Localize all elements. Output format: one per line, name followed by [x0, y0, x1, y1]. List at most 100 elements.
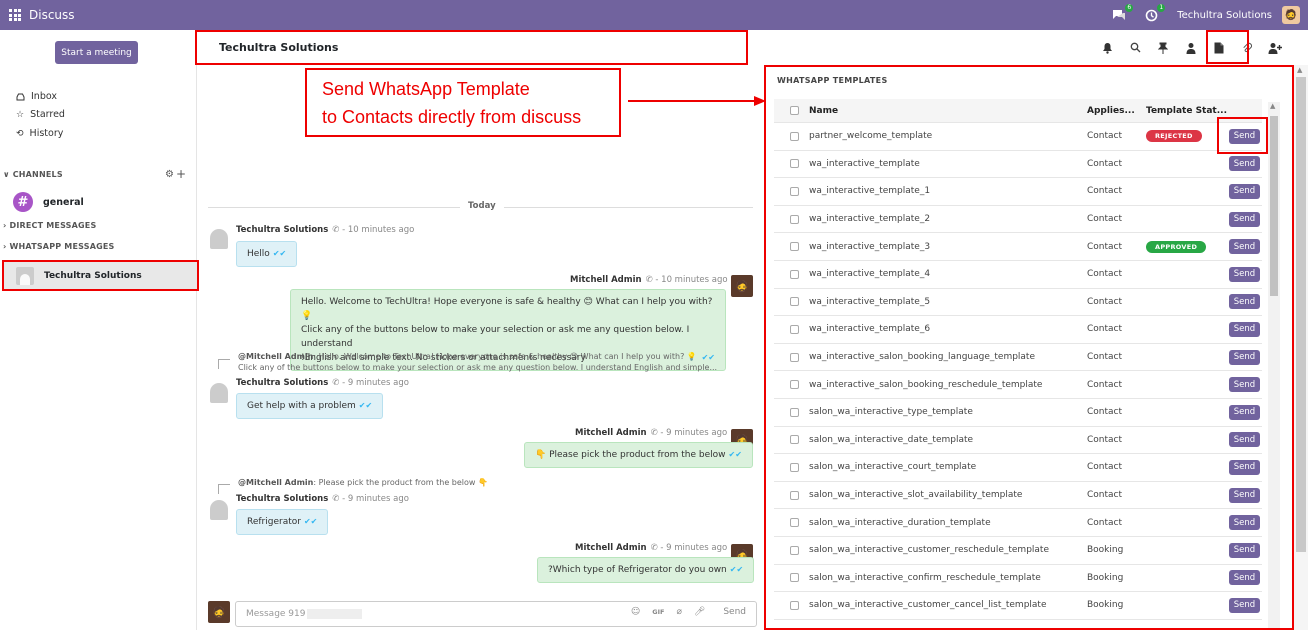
row-checkbox[interactable] [790, 518, 799, 528]
message-bubble[interactable]: 👇 Please pick the product from the below… [524, 442, 753, 468]
search-icon[interactable] [1128, 41, 1142, 55]
table-row[interactable]: wa_interactive_template_3 Contact APPROVED… [774, 233, 1262, 261]
user-avatar[interactable]: 🧔 [1282, 6, 1300, 24]
column-header-status[interactable]: Template Stat... [1146, 106, 1227, 116]
channels-section-toggle[interactable]: ∨ CHANNELS [3, 170, 63, 179]
quoted-message[interactable]: @Mitchell Admin: Please pick the product… [238, 477, 488, 488]
table-row[interactable]: wa_interactive_template_2 Contact Send [774, 206, 1262, 234]
message-bubble[interactable]: Get help with a problem ✔✔ [236, 393, 384, 419]
member-list-icon[interactable] [1184, 41, 1198, 55]
add-channel-icon[interactable]: + [176, 167, 186, 181]
row-checkbox[interactable] [790, 352, 799, 362]
row-checkbox[interactable] [790, 214, 799, 224]
send-template-button[interactable]: Send [1229, 349, 1260, 365]
chat-icon[interactable]: 6 [1111, 4, 1134, 23]
scroll-up-icon[interactable]: ▲ [1270, 102, 1275, 110]
activity-icon[interactable]: 1 [1143, 4, 1166, 23]
table-row[interactable]: wa_interactive_template_5 Contact Send [774, 289, 1262, 317]
active-chat-item[interactable]: Techultra Solutions [2, 260, 199, 291]
send-template-button[interactable]: Send [1229, 266, 1260, 282]
send-template-button[interactable]: Send [1229, 515, 1260, 531]
send-template-button[interactable]: Send [1229, 239, 1260, 255]
table-row[interactable]: wa_interactive_salon_booking_language_te… [774, 344, 1262, 372]
row-checkbox[interactable] [790, 435, 799, 445]
emoji-icon[interactable]: ☺ [631, 607, 640, 617]
send-template-button[interactable]: Send [1229, 377, 1260, 393]
avatar[interactable] [208, 227, 230, 249]
send-template-button[interactable]: Send [1229, 404, 1260, 420]
channel-settings-icon[interactable]: ⚙ [165, 169, 174, 180]
table-row[interactable]: salon_wa_interactive_confirm_reschedule_… [774, 565, 1262, 593]
whatsapp-section-toggle[interactable]: › WHATSAPP MESSAGES [3, 242, 115, 251]
table-row[interactable]: salon_wa_interactive_date_template Contac… [774, 427, 1262, 455]
row-checkbox[interactable] [790, 159, 799, 169]
scroll-up-icon[interactable]: ▲ [1297, 66, 1302, 74]
row-checkbox[interactable] [790, 407, 799, 417]
avatar[interactable]: 🧔 [731, 275, 753, 297]
send-template-button[interactable]: Send [1229, 597, 1260, 613]
row-checkbox[interactable] [790, 324, 799, 334]
pin-icon[interactable] [1156, 41, 1170, 55]
row-checkbox[interactable] [790, 380, 799, 390]
send-template-button[interactable]: Send [1229, 570, 1260, 586]
table-row[interactable]: wa_interactive_template_4 Contact Send [774, 261, 1262, 289]
send-template-button[interactable]: Send [1229, 459, 1260, 475]
table-row[interactable]: salon_wa_interactive_duration_template Co… [774, 509, 1262, 537]
microphone-icon[interactable]: 🎤︎ [694, 607, 705, 617]
send-template-button[interactable]: Send [1229, 294, 1260, 310]
table-row[interactable]: wa_interactive_template Contact Send [774, 151, 1262, 179]
send-template-button[interactable]: Send [1229, 542, 1260, 558]
row-checkbox[interactable] [790, 462, 799, 472]
message-bubble[interactable]: ?Which type of Refrigerator do you own ✔✔ [537, 557, 755, 583]
app-title[interactable]: Discuss [29, 8, 75, 22]
row-checkbox[interactable] [790, 297, 799, 307]
table-scrollbar[interactable]: ▲ [1268, 102, 1280, 628]
row-checkbox[interactable] [790, 545, 799, 555]
column-header-name[interactable]: Name [809, 106, 838, 116]
send-template-button[interactable]: Send [1229, 183, 1260, 199]
start-meeting-button[interactable]: Start a meeting [55, 41, 138, 64]
send-template-button[interactable]: Send [1229, 432, 1260, 448]
add-user-icon[interactable] [1268, 41, 1282, 55]
message-bubble[interactable]: Refrigerator ✔✔ [236, 509, 329, 535]
apps-menu-icon[interactable] [9, 9, 21, 21]
table-row[interactable]: salon_wa_interactive_court_template Conta… [774, 454, 1262, 482]
row-checkbox[interactable] [790, 269, 799, 279]
sidebar-item-history[interactable]: ⟲ History [16, 128, 63, 139]
message-bubble[interactable]: Hello ✔✔ [236, 241, 298, 267]
send-template-button[interactable]: Send [1229, 156, 1260, 172]
table-row[interactable]: salon_wa_interactive_customer_cancel_lis… [774, 592, 1262, 620]
row-checkbox[interactable] [790, 573, 799, 583]
row-checkbox[interactable] [790, 131, 799, 141]
company-switcher[interactable]: Techultra Solutions [1177, 10, 1272, 21]
row-checkbox[interactable] [790, 242, 799, 252]
quoted-message[interactable]: @Mitchell Admin: Hello. Welcome to TechU… [238, 351, 717, 373]
send-template-button[interactable]: Send [1229, 487, 1260, 503]
send-template-button[interactable]: Send [1229, 211, 1260, 227]
column-header-applies[interactable]: Applies... [1087, 106, 1135, 116]
row-checkbox[interactable] [790, 490, 799, 500]
table-row[interactable]: salon_wa_interactive_slot_availability_t… [774, 482, 1262, 510]
paperclip-icon[interactable]: ⌀ [676, 607, 681, 617]
select-all-checkbox[interactable] [790, 106, 799, 115]
bell-icon[interactable] [1100, 41, 1114, 55]
table-row[interactable]: salon_wa_interactive_type_template Contac… [774, 399, 1262, 427]
table-row[interactable]: wa_interactive_template_6 Contact Send [774, 316, 1262, 344]
avatar[interactable] [208, 381, 230, 403]
template-name: salon_wa_interactive_type_template [809, 407, 973, 418]
row-checkbox[interactable] [790, 600, 799, 610]
table-row[interactable]: salon_wa_interactive_customer_reschedule… [774, 537, 1262, 565]
sidebar-item-starred[interactable]: ☆ Starred [16, 109, 65, 120]
channel-item-general[interactable]: # general [13, 192, 84, 212]
send-button[interactable]: Send [723, 607, 746, 617]
send-template-button[interactable]: Send [1229, 321, 1260, 337]
gif-icon[interactable]: GIF [652, 608, 664, 616]
table-row[interactable]: partner_welcome_template Contact REJECTED S… [774, 123, 1262, 151]
table-row[interactable]: wa_interactive_template_1 Contact Send [774, 178, 1262, 206]
sidebar-item-inbox[interactable]: Inbox [16, 91, 57, 102]
table-row[interactable]: wa_interactive_salon_booking_reschedule_… [774, 371, 1262, 399]
avatar[interactable] [208, 498, 230, 520]
direct-messages-section-toggle[interactable]: › DIRECT MESSAGES [3, 221, 96, 230]
page-scrollbar[interactable]: ▲ [1294, 65, 1308, 630]
row-checkbox[interactable] [790, 186, 799, 196]
